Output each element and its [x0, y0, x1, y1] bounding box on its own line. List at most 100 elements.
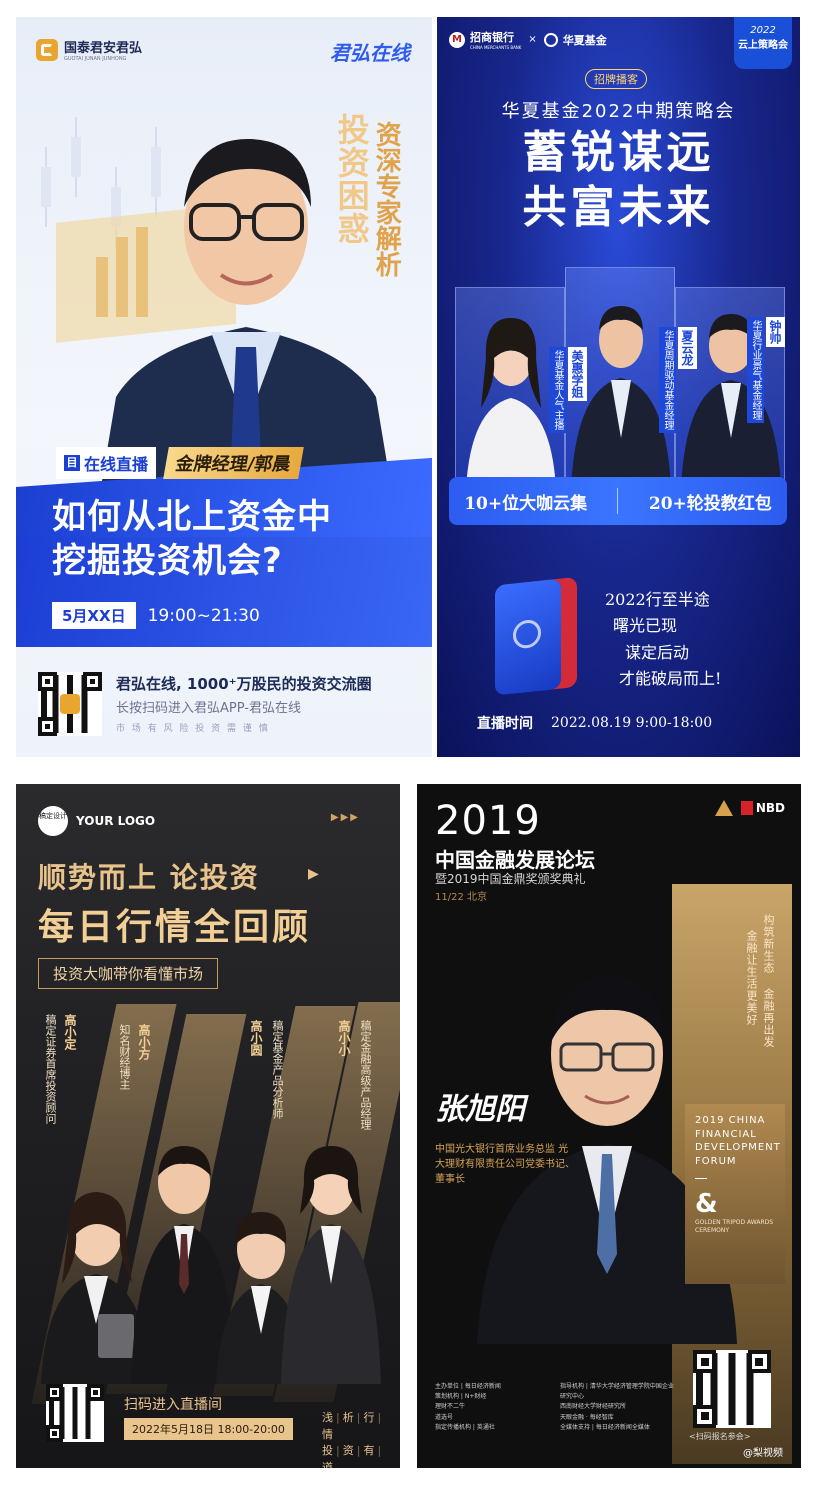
year-badge: 2022 云上策略会: [734, 17, 792, 69]
slogan-line-3: 谋定后动: [625, 642, 690, 662]
speaker-tag-2: 华夏周期驱动基金经理 夏云龙: [659, 327, 697, 433]
title-line-2: 每日行情全回顾: [38, 907, 312, 948]
motto-line-1: 浅|析|行|情: [322, 1411, 385, 1441]
stats-bar: 10+位大咖云集 20+轮投教红包: [449, 477, 787, 525]
year-badge-text: 云上策略会: [738, 40, 788, 51]
qr-caption: <扫码报名参会>: [689, 1432, 751, 1441]
speaker-title-badge: 金牌经理/郭晨: [163, 447, 304, 479]
credit-line: 主办单位 | 每日经济新闻: [435, 1383, 501, 1390]
event-year: 2019: [435, 798, 541, 844]
headline-line-1: 如何从北上资金中: [52, 497, 332, 537]
speaker-role: 中国光大银行首席业务总监 光大理财有限责任公司党委书记、董事长: [435, 1144, 575, 1185]
event-title: 蓄锐谋远 共富未来: [437, 125, 800, 235]
speaker-role-3: 华夏行业景气基金经理: [747, 317, 764, 423]
slogan: 2022行至半途 曙光已现 谋定后动 才能破局而上!: [605, 587, 721, 693]
credit-line: 指导机构 | 清华大学经济管理学院中国企业研究中心: [560, 1383, 674, 1401]
title-line-1: 顺势而上 论投资: [38, 861, 260, 894]
forum-divider: [695, 1178, 707, 1179]
time-range: 19:00~21:30: [147, 605, 260, 626]
motto: 浅|析|行|情 投|资|有|道: [322, 1410, 386, 1468]
event-subtitle: 暨2019中国金鼎奖颁奖典礼: [435, 872, 586, 886]
stats-divider: [617, 488, 619, 514]
guotai-logo-subtext: GUOTAI JUNAN JUNHONG: [64, 56, 127, 62]
credit-line: 道选号: [435, 1413, 454, 1421]
person-role-2: 知名财经博主: [118, 1024, 131, 1090]
cmb-logo-icon: M: [449, 31, 465, 48]
slogan-line-1: 2022行至半途: [605, 590, 710, 609]
year-badge-year: 2022: [750, 25, 776, 36]
speaker-name-1: 美惠学姐: [568, 347, 587, 401]
poster-china-finance-forum: 2019 中国金融发展论坛 暨2019中国金鼎奖颁奖典礼 11/22 北京 NB…: [417, 784, 801, 1468]
poster-huaxia-fund: M 招商银行 CHINA MERCHANTS BANK × 华夏基金 2022 …: [437, 17, 800, 757]
headline-line-2: 挖掘投资机会?: [52, 541, 283, 582]
huaxia-logo-text: 华夏基金: [562, 33, 607, 47]
cmb-logo-text: 招商银行: [470, 31, 514, 44]
qr-code[interactable]: [46, 1384, 104, 1442]
event-title: 中国金融发展论坛: [435, 848, 595, 872]
header-logos: M 招商银行 CHINA MERCHANTS BANK × 华夏基金: [449, 29, 607, 50]
cmb-logo-subtext: CHINA MERCHANTS BANK: [470, 45, 522, 50]
speaker-name-3: 钟帅: [766, 317, 785, 347]
date-badge: 5月XX日: [52, 602, 136, 629]
footer-instruction: 长按扫码进入君弘APP-君弘在线: [116, 701, 301, 716]
guotai-logo-icon: [36, 38, 58, 61]
nbd-logo: NBD: [740, 801, 785, 815]
credit-line: 指定传播机构 | 英通社: [435, 1423, 495, 1431]
headline: 如何从北上资金中 挖掘投资机会?: [52, 495, 332, 583]
person-photo-4: [281, 1146, 381, 1384]
event-title-line-1: 蓄锐谋远: [522, 127, 715, 178]
poster-market-review: 稿定设计 YOUR LOGO ▶▶▶ 顺势而上 论投资 ▶ 每日行情全回顾 投资…: [16, 784, 400, 1468]
credit-line: 策划机构 | N+财经: [435, 1393, 487, 1401]
live-badge-label: 在线直播: [84, 455, 149, 474]
guotai-logo-text: 国泰君安君弘: [64, 41, 143, 56]
huaxia-emblem-icon: [513, 618, 541, 650]
junhong-online-logo: 君弘在线: [330, 41, 410, 65]
forum-card: 2019 CHINA FINANCIAL DEVELOPMENT FORUM &…: [685, 1104, 785, 1284]
vertical-quote-1: 构筑新生态 金融再出发: [762, 914, 775, 1048]
qr-code[interactable]: [693, 1350, 771, 1428]
poster-guotai-junan: 国泰君安君弘 GUOTAI JUNAN JUNHONG 君弘在线 投资困惑 资深…: [16, 17, 432, 757]
person-name-2: 高小方: [137, 1024, 151, 1060]
stat-speakers: 10+位大咖云集: [464, 493, 588, 514]
qr-code[interactable]: [38, 672, 102, 736]
arrow-decoration: ▶▶▶: [330, 812, 360, 823]
forum-en-subtitle: GOLDEN TRIPOD AWARDS CEREMONY: [695, 1219, 774, 1235]
speaker-role-2: 华夏周期驱动基金经理: [659, 327, 676, 433]
person-tag-2: 知名财经博主 高小方: [116, 1024, 153, 1090]
speaker-signature: 张旭阳: [435, 1092, 525, 1127]
your-logo-text: YOUR LOGO: [76, 814, 156, 828]
forum-en-title: 2019 CHINA FINANCIAL DEVELOPMENT FORUM: [695, 1115, 781, 1167]
ampersand: &: [695, 1189, 718, 1219]
podcast-tag: 招牌播客: [585, 69, 647, 89]
credit-line: 天眼金融 · 每经智库: [560, 1413, 614, 1421]
event-title-line-2: 共富未来: [522, 182, 715, 233]
speaker-cards: 华夏基金人气主播 美惠学姐 华夏周期驱动基金经理 夏云龙 华夏行业景气基金经理 …: [455, 267, 785, 488]
event-date-place: 11/22 北京: [435, 892, 487, 903]
speaker-name-2: 夏云龙: [678, 327, 697, 369]
times-icon: ×: [528, 34, 537, 45]
speakers-photo-group: [41, 1146, 381, 1384]
live-badge-row: 目 在线直播 金牌经理/郭晨: [56, 447, 304, 479]
nbd-logo-text: NBD: [755, 801, 785, 815]
schedule-row: 5月XX日 19:00~21:30: [52, 602, 260, 629]
speaker-role-1: 华夏基金人气主播: [549, 347, 566, 433]
credit-line: 理财不二牛: [435, 1403, 466, 1411]
live-badge: 目 在线直播: [56, 447, 157, 479]
slogan-line-4: 才能破局而上!: [619, 669, 722, 689]
calendar-icon: 目: [64, 455, 80, 471]
live-time-value: 2022.08.19 9:00-18:00: [551, 715, 713, 731]
footer-tagline: 君弘在线, 1000⁺万股民的投资交流圈: [116, 675, 372, 693]
speaker-tag-3: 华夏行业景气基金经理 钟帅: [747, 317, 785, 423]
stat-red-packets: 20+轮投教红包: [648, 493, 772, 514]
vertical-quote-2: 金融让生活更美好: [745, 930, 758, 1026]
risk-disclaimer: 市 场 有 风 险 投 资 需 谨 慎: [116, 724, 270, 734]
gaoding-logo: 稿定设计 YOUR LOGO: [38, 806, 155, 836]
play-icon: ▶: [308, 866, 319, 882]
guotai-logo: 国泰君安君弘 GUOTAI JUNAN JUNHONG: [36, 37, 142, 62]
event-subtitle: 华夏基金2022中期策略会: [501, 101, 736, 122]
sponsor-logos: NBD: [714, 800, 785, 816]
live-time-row: 直播时间 2022.08.19 9:00-18:00: [477, 713, 712, 733]
phone-graphic: [495, 578, 561, 696]
credit-line: 西南财经大学财经研究所: [560, 1403, 627, 1411]
tripod-logo-icon: [714, 800, 733, 816]
